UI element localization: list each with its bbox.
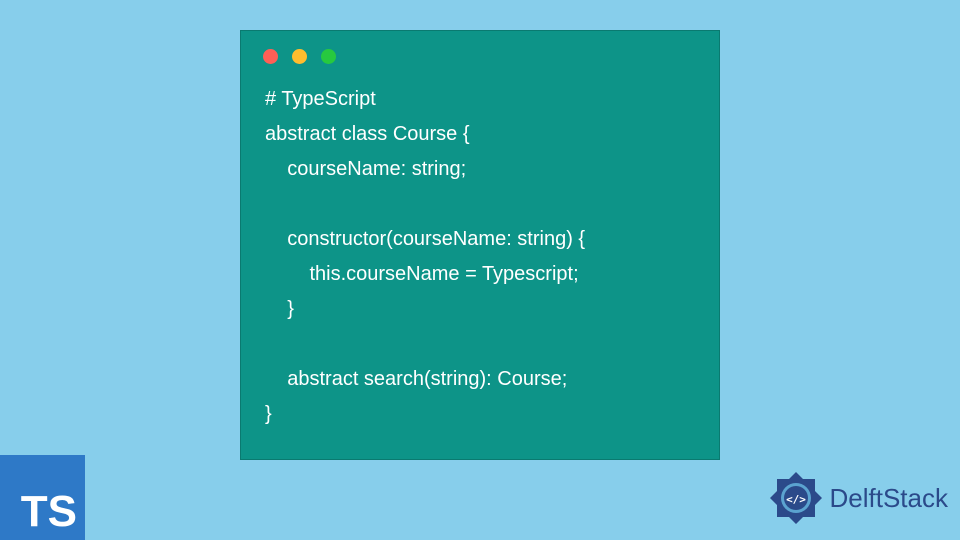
delftstack-text: DelftStack — [830, 483, 949, 514]
minimize-icon — [292, 49, 307, 64]
typescript-badge: TS — [0, 455, 85, 540]
code-window: # TypeScript abstract class Course { cou… — [240, 30, 720, 460]
typescript-badge-text: TS — [21, 490, 77, 534]
code-content: # TypeScript abstract class Course { cou… — [241, 72, 719, 442]
maximize-icon — [321, 49, 336, 64]
svg-text:</>: </> — [786, 493, 806, 506]
delftstack-logo: </> DelftStack — [766, 468, 949, 528]
close-icon — [263, 49, 278, 64]
delftstack-icon: </> — [766, 468, 826, 528]
traffic-lights — [241, 31, 719, 72]
